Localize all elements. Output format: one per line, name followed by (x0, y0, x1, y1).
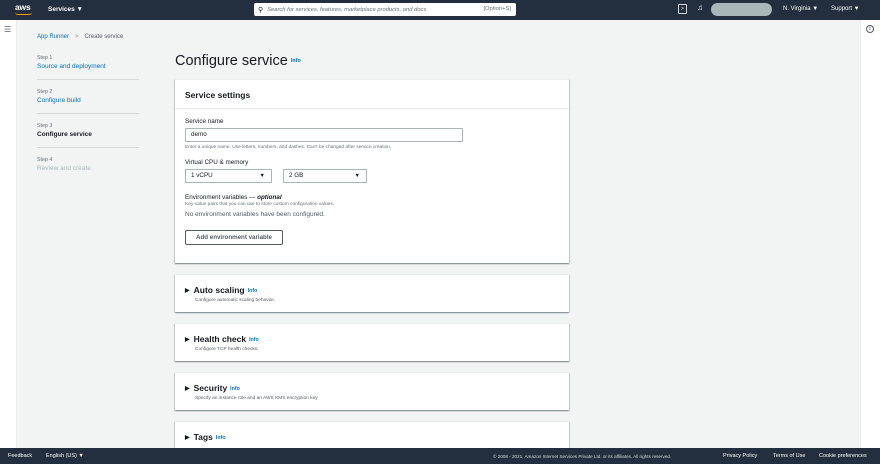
health-check-header[interactable]: ▶ Health check Info (185, 334, 259, 344)
support-menu[interactable]: Support ▼ (831, 6, 860, 12)
service-settings-card: Service settings Service name demo Enter… (175, 79, 569, 263)
section-info-link[interactable]: Info (216, 435, 226, 441)
bell-icon[interactable]: ♫ (697, 3, 703, 12)
aws-logo[interactable]: aws (15, 2, 31, 12)
right-rail: i (860, 20, 880, 448)
breadcrumb-current: Create service (84, 34, 124, 40)
footer: Feedback English (US) ▼ © 2008 - 2021, A… (0, 448, 880, 464)
step-link-source-deployment[interactable]: Source and deployment (37, 63, 139, 70)
breadcrumb: App Runner > Create service (37, 34, 123, 40)
expand-caret-icon: ▶ (185, 337, 190, 343)
env-vars-label-text: Environment variables — (185, 194, 258, 201)
dropdown-arrow-icon: ▼ (259, 173, 265, 179)
env-vars-label: Environment variables — optional (185, 194, 559, 201)
auto-scaling-header[interactable]: ▶ Auto scaling Info (185, 285, 257, 295)
wizard-step-4: Step 4 Review and create (37, 157, 139, 181)
region-menu[interactable]: N. Virginia ▼ (783, 6, 818, 12)
health-check-section[interactable]: ▶ Health check Info Configure TCP health c… (175, 323, 569, 361)
privacy-policy-link[interactable]: Privacy Policy (723, 453, 757, 459)
step-number: Step 2 (37, 89, 53, 95)
vcpu-select[interactable]: 1 vCPU ▼ (185, 169, 272, 183)
env-vars-hint: Key-value pairs that you can use to stor… (185, 202, 335, 207)
section-title: Auto scaling (193, 285, 245, 295)
memory-select[interactable]: 2 GB ▼ (283, 169, 367, 183)
section-info-link[interactable]: Info (249, 337, 259, 343)
step-review-create: Review and create (37, 165, 91, 172)
expand-caret-icon: ▶ (185, 435, 190, 441)
step-link-configure-build[interactable]: Configure build (37, 97, 139, 104)
search-icon: ⚲ (258, 6, 264, 14)
copyright-text: © 2008 - 2021, Amazon Internet Services … (493, 454, 672, 459)
search-input[interactable]: ⚲ Search for services, features, marketp… (254, 3, 516, 16)
section-description: Configure TCP health checks. (195, 347, 259, 352)
step-current-configure-service: Configure service (37, 131, 92, 138)
cpu-memory-label: Virtual CPU & memory (185, 159, 249, 166)
security-header[interactable]: ▶ Security Info (185, 383, 240, 393)
cookie-preferences-link[interactable]: Cookie preferences (819, 453, 867, 459)
search-placeholder: Search for services, features, marketpla… (267, 6, 427, 13)
aws-logo-smile (15, 12, 32, 15)
service-name-input[interactable]: demo (185, 128, 463, 142)
memory-value: 2 GB (289, 172, 304, 179)
services-menu[interactable]: Services ▼ (48, 6, 83, 13)
section-title: Security (193, 383, 228, 393)
page-title-text: Configure service (175, 53, 288, 69)
account-menu[interactable] (711, 3, 772, 16)
vcpu-value: 1 vCPU (191, 172, 213, 179)
expand-caret-icon: ▶ (185, 288, 190, 294)
cloudshell-icon[interactable]: > (678, 4, 687, 14)
section-title: Health check (193, 334, 247, 344)
wizard-step-1: Step 1 Source and deployment (37, 55, 139, 80)
terms-of-use-link[interactable]: Terms of Use (773, 453, 805, 459)
page-title: Configure service Info (175, 53, 301, 69)
add-env-variable-button[interactable]: Add environment variable (185, 230, 283, 245)
section-info-link[interactable]: Info (248, 288, 258, 294)
tags-section[interactable]: ▶ Tags Info (175, 421, 569, 448)
security-section[interactable]: ▶ Security Info Specify an instance role a… (175, 372, 569, 410)
service-name-hint: Enter a unique name. Use letters, number… (185, 145, 392, 150)
feedback-link[interactable]: Feedback (8, 453, 32, 459)
breadcrumb-separator-icon: > (75, 34, 79, 40)
env-vars-empty-text: No environment variables have been confi… (185, 211, 325, 218)
step-number: Step 4 (37, 157, 53, 163)
step-number: Step 1 (37, 55, 53, 61)
auto-scaling-section[interactable]: ▶ Auto scaling Info Configure automatic sc… (175, 274, 569, 312)
tags-header[interactable]: ▶ Tags Info (185, 432, 226, 442)
info-icon[interactable]: i (866, 25, 874, 33)
section-description: Specify an instance role and an AWS KMS … (195, 396, 318, 401)
language-selector[interactable]: English (US) ▼ (46, 453, 84, 459)
step-number: Step 3 (37, 123, 53, 129)
section-info-link[interactable]: Info (230, 386, 240, 392)
wizard-steps: Step 1 Source and deployment Step 2 Conf… (37, 55, 139, 190)
hamburger-menu-icon[interactable]: ☰ (4, 25, 11, 34)
wizard-step-2: Step 2 Configure build (37, 89, 139, 114)
service-settings-header: Service settings (175, 80, 569, 109)
section-description: Configure automatic scaling behavior. (195, 298, 275, 303)
section-title: Tags (193, 432, 213, 442)
breadcrumb-app-runner[interactable]: App Runner (37, 34, 69, 40)
wizard-step-3: Step 3 Configure service (37, 123, 139, 148)
env-vars-optional: optional (257, 194, 282, 201)
top-nav: aws Services ▼ ⚲ Search for services, fe… (0, 0, 880, 20)
search-shortcut: [Option+S] (483, 6, 511, 12)
page-info-link[interactable]: Info (291, 58, 301, 64)
expand-caret-icon: ▶ (185, 386, 190, 392)
left-rail: ☰ (0, 20, 17, 448)
service-name-label: Service name (185, 118, 224, 125)
dropdown-arrow-icon: ▼ (354, 173, 360, 179)
